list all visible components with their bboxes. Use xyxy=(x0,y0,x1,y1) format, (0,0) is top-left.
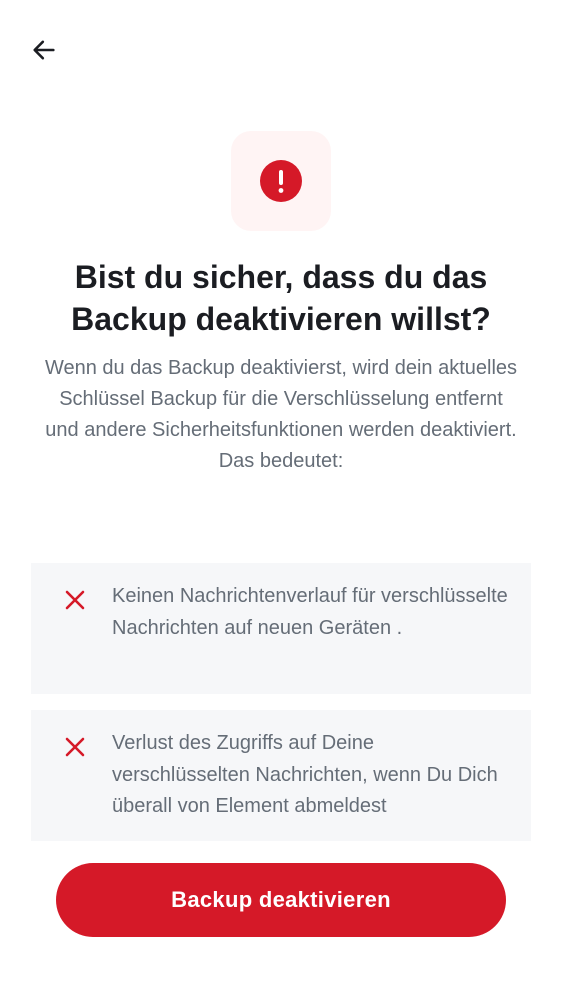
consequence-item: Keinen Nachrichtenverlauf für verschlüss… xyxy=(31,563,531,694)
disable-backup-button[interactable]: Backup deaktivieren xyxy=(56,863,506,937)
consequence-text: Verlust des Zugriffs auf Deine verschlüs… xyxy=(112,732,498,817)
dialog-title: Bist du sicher, dass du das Backup deakt… xyxy=(71,259,491,337)
back-button[interactable] xyxy=(24,30,64,70)
consequence-text: Keinen Nachrichtenverlauf für verschlüss… xyxy=(112,585,508,639)
alert-icon-tile xyxy=(231,131,331,231)
close-icon xyxy=(65,737,85,757)
exclamation-circle-icon xyxy=(260,160,302,202)
close-icon xyxy=(65,590,85,610)
dialog-description: Wenn du das Backup deaktivierst, wird de… xyxy=(44,357,518,472)
arrow-left-icon xyxy=(33,40,55,60)
consequence-item: Verlust des Zugriffs auf Deine verschlüs… xyxy=(31,710,531,841)
